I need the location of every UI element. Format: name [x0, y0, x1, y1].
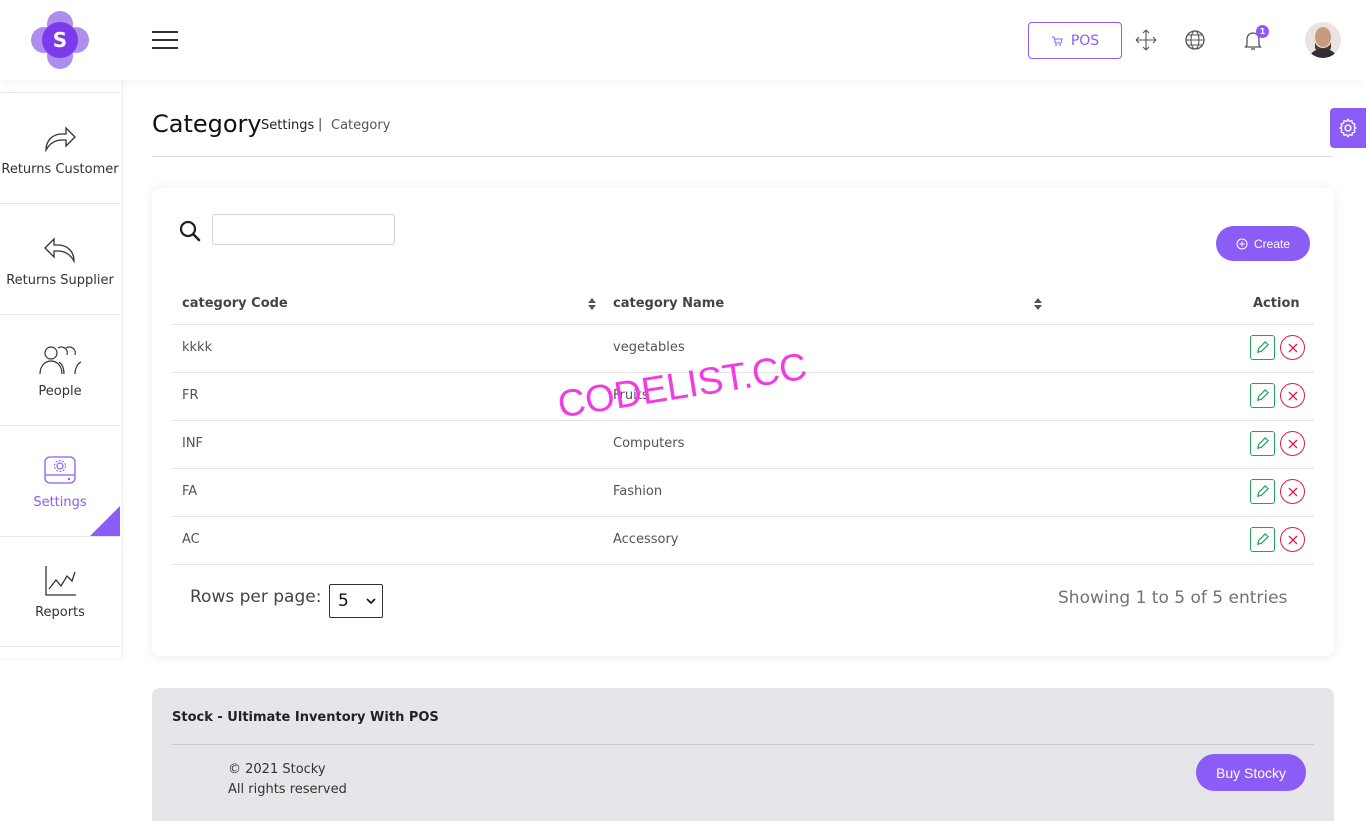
- notification-badge: 1: [1256, 25, 1269, 38]
- column-header-code[interactable]: category Code: [182, 296, 288, 311]
- rows-per-page-select[interactable]: 5: [329, 584, 383, 618]
- delete-button[interactable]: [1280, 383, 1305, 408]
- sidebar-item-label: Settings: [33, 494, 87, 510]
- cell-code: kkkk: [182, 340, 213, 355]
- footer-title: Stock - Ultimate Inventory With POS: [172, 710, 439, 725]
- table-row: INF Computers: [172, 421, 1314, 469]
- cell-code: FR: [182, 388, 199, 403]
- settings-drive-icon: [44, 455, 76, 484]
- search-input[interactable]: [212, 214, 395, 245]
- delete-button[interactable]: [1280, 527, 1305, 552]
- logo[interactable]: S: [30, 10, 90, 70]
- divider: [152, 156, 1333, 157]
- cell-name: Fashion: [613, 484, 663, 499]
- reply-back-icon: [44, 236, 75, 263]
- sidebar-item-returns-supplier[interactable]: Returns Supplier: [0, 203, 120, 314]
- edit-button[interactable]: [1250, 431, 1275, 456]
- cell-code: INF: [182, 436, 204, 451]
- pencil-icon: [1256, 533, 1269, 546]
- customizer-toggle[interactable]: [1330, 108, 1366, 148]
- breadcrumb-parent[interactable]: Settings: [261, 118, 314, 133]
- footer-copyright: © 2021 Stocky: [228, 762, 326, 777]
- chevron-down-icon: [366, 598, 376, 605]
- cell-name: vegetables: [613, 340, 685, 355]
- breadcrumb-separator: |: [318, 117, 323, 132]
- gear-icon: [1338, 118, 1358, 138]
- sidebar-item-label: Reports: [35, 605, 85, 620]
- table-row: FA Fashion: [172, 469, 1314, 517]
- footer-rights: All rights reserved: [228, 782, 347, 797]
- edit-button[interactable]: [1250, 383, 1275, 408]
- search-icon: [179, 220, 201, 242]
- pencil-icon: [1256, 341, 1269, 354]
- pos-label: POS: [1070, 32, 1100, 49]
- rows-per-page-value: 5: [338, 591, 349, 611]
- close-icon: [1288, 439, 1297, 448]
- rows-per-page-label: Rows per page:: [190, 587, 322, 607]
- top-header: S POS 1: [0, 0, 1366, 80]
- create-button[interactable]: Create: [1216, 226, 1310, 261]
- column-header-name[interactable]: category Name: [613, 296, 724, 311]
- sort-icon[interactable]: [1032, 296, 1044, 312]
- close-icon: [1288, 391, 1297, 400]
- plus-circle-icon: [1236, 238, 1248, 249]
- cell-code: AC: [182, 532, 200, 547]
- sidebar-item-label: Returns Customer: [1, 161, 119, 177]
- column-header-action: Action: [1253, 296, 1300, 311]
- category-table-card: Create category Code category Name Actio…: [152, 188, 1334, 656]
- sidebar-item-settings[interactable]: Settings: [0, 425, 120, 536]
- divider: [172, 744, 1314, 745]
- sidebar-item-returns-customer[interactable]: Returns Customer: [0, 92, 120, 203]
- sidebar-item-label: Returns Supplier: [6, 272, 114, 288]
- edit-button[interactable]: [1250, 335, 1275, 360]
- pos-button[interactable]: POS: [1028, 22, 1122, 59]
- close-icon: [1288, 487, 1297, 496]
- sidebar-item-reports[interactable]: Reports: [0, 536, 120, 647]
- avatar[interactable]: [1305, 22, 1341, 58]
- share-forward-icon: [45, 125, 76, 152]
- close-icon: [1288, 343, 1297, 352]
- footer: Stock - Ultimate Inventory With POS © 20…: [152, 688, 1334, 821]
- pencil-icon: [1256, 485, 1269, 498]
- flower-logo-icon: S: [31, 11, 89, 69]
- fullscreen-move-icon[interactable]: [1134, 28, 1158, 52]
- table-row: AC Accessory: [172, 517, 1314, 565]
- active-indicator: [90, 506, 120, 536]
- cart-icon: [1051, 36, 1063, 46]
- user-avatar-icon: [1305, 22, 1341, 58]
- delete-button[interactable]: [1280, 335, 1305, 360]
- breadcrumb-current: Category: [331, 118, 391, 133]
- delete-button[interactable]: [1280, 479, 1305, 504]
- pagination-info: Showing 1 to 5 of 5 entries: [1058, 588, 1288, 608]
- menu-toggle-icon[interactable]: [152, 31, 178, 49]
- sidebar-item-label: People: [38, 383, 82, 399]
- edit-button[interactable]: [1250, 479, 1275, 504]
- sidebar: Returns Customer Returns Supplier People…: [0, 80, 121, 658]
- edit-button[interactable]: [1250, 527, 1275, 552]
- sidebar-item-people[interactable]: People: [0, 314, 120, 425]
- cell-code: FA: [182, 484, 198, 499]
- create-label: Create: [1253, 236, 1291, 251]
- people-icon: [39, 345, 82, 374]
- sort-icon[interactable]: [586, 296, 598, 312]
- cell-name: Accessory: [613, 532, 679, 547]
- pencil-icon: [1256, 389, 1269, 402]
- delete-button[interactable]: [1280, 431, 1305, 456]
- close-icon: [1288, 535, 1297, 544]
- logo-letter: S: [53, 28, 67, 52]
- page-title: Category: [152, 110, 262, 138]
- line-chart-icon: [45, 566, 76, 596]
- globe-icon[interactable]: [1183, 28, 1207, 52]
- buy-button[interactable]: Buy Stocky: [1196, 754, 1306, 791]
- pencil-icon: [1256, 437, 1269, 450]
- cell-name: Computers: [613, 436, 685, 451]
